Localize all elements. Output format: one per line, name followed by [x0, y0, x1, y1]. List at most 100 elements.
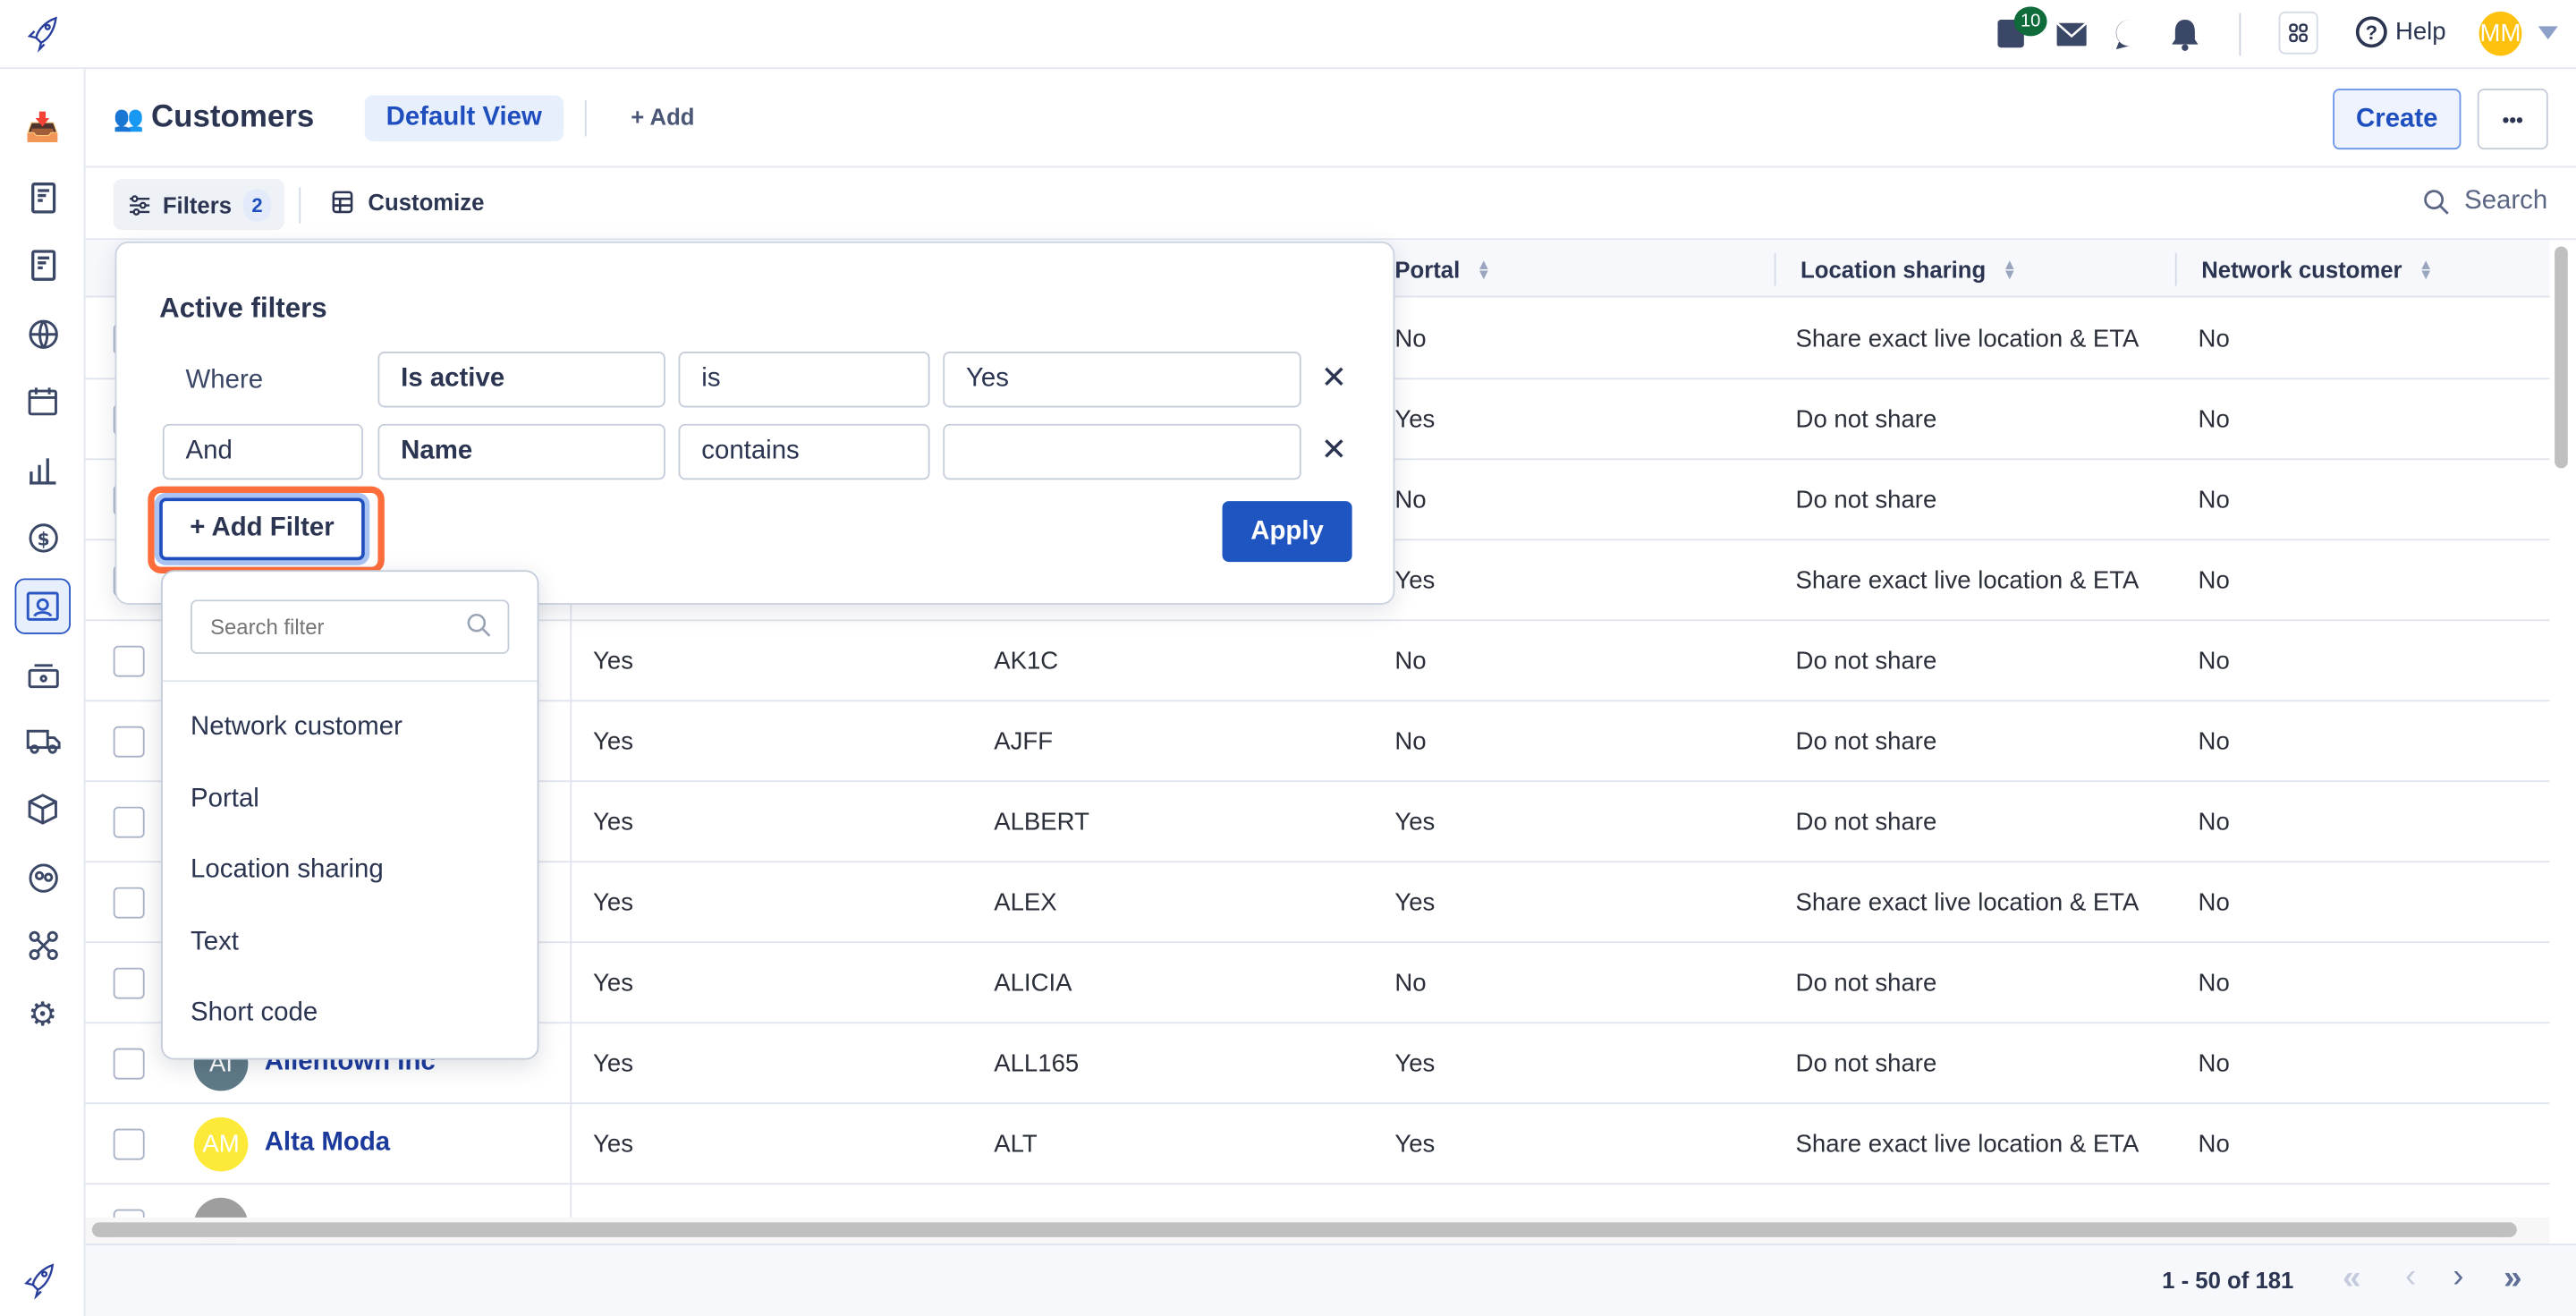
box-icon — [28, 793, 57, 824]
sidebar-item-inventory[interactable] — [21, 787, 64, 830]
remove-filter-icon[interactable]: ✕ — [1321, 360, 1347, 397]
column-header-portal[interactable]: Portal ▲ ▼ — [1375, 240, 1774, 297]
sidebar-item-invoices[interactable] — [21, 243, 64, 286]
sidebar-item-network[interactable] — [21, 312, 64, 355]
cell-short-code: ALICIA — [994, 968, 1072, 997]
bell-icon[interactable] — [2170, 16, 2199, 59]
search-filter-input[interactable] — [191, 599, 510, 654]
cell-location-sharing: Share exact live location & ETA — [1795, 887, 2140, 916]
row-checkbox[interactable] — [113, 1048, 145, 1080]
sidebar-item-settings[interactable]: ⚙ — [21, 992, 64, 1035]
vertical-scrollbar[interactable] — [2555, 246, 2568, 469]
first-page-icon[interactable]: « — [2343, 1261, 2360, 1298]
column-header-network-customer[interactable]: Network customer ▲ ▼ — [2182, 240, 2549, 297]
sidebar-item-delivery[interactable] — [21, 719, 64, 762]
rocket-logo-icon[interactable] — [23, 13, 63, 63]
cell-portal: Yes — [1394, 807, 1436, 836]
remove-filter-icon[interactable]: ✕ — [1321, 432, 1347, 470]
cell-active: Yes — [593, 968, 634, 997]
sidebar-item-integrations[interactable] — [21, 923, 64, 966]
cell-location-sharing: Share exact live location & ETA — [1795, 565, 2140, 594]
cell-portal: Yes — [1394, 404, 1436, 433]
filter-operator-select[interactable]: is — [678, 352, 930, 408]
search-button[interactable]: Search — [2423, 187, 2547, 217]
search-icon — [2424, 190, 2449, 215]
tab-default-view[interactable]: Default View — [364, 95, 564, 141]
divider — [2239, 13, 2241, 56]
customize-button[interactable]: Customize — [332, 189, 484, 216]
apps-grid-icon[interactable] — [2278, 11, 2318, 55]
filter-option[interactable]: Text — [191, 929, 239, 958]
cell-network-customer: No — [2198, 324, 2230, 352]
filter-option[interactable]: Short code — [191, 999, 318, 1029]
sidebar-item-reports[interactable] — [21, 448, 64, 491]
cell-location-sharing: Do not share — [1795, 1049, 1937, 1077]
row-checkbox[interactable] — [113, 967, 145, 999]
table-icon — [332, 191, 353, 214]
filters-count-badge: 2 — [242, 188, 272, 222]
pagination-bar: 1 - 50 of 181 « ‹ › » — [85, 1244, 2576, 1316]
column-header-location-sharing[interactable]: Location sharing ▲ ▼ — [1781, 240, 2175, 297]
filter-option[interactable]: Location sharing — [191, 856, 384, 886]
sort-icon[interactable]: ▲ ▼ — [2003, 256, 2017, 281]
customer-name-link[interactable]: Alta Moda — [265, 1104, 390, 1183]
next-page-icon[interactable]: › — [2453, 1259, 2463, 1296]
user-avatar[interactable]: MM — [2479, 11, 2522, 56]
cell-short-code: ALBERT — [994, 807, 1089, 836]
row-checkbox[interactable] — [113, 1128, 145, 1160]
filter-conjunction-select[interactable]: And — [162, 423, 363, 480]
cell-network-customer: No — [2198, 807, 2230, 836]
filter-option[interactable]: Network customer — [191, 713, 402, 743]
users-circle-icon — [28, 862, 57, 892]
cell-network-customer: No — [2198, 968, 2230, 997]
help-button[interactable]: ? Help — [2355, 16, 2446, 48]
filter-value-select[interactable]: Yes — [943, 352, 1301, 408]
create-button[interactable]: Create — [2333, 89, 2462, 150]
sidebar-item-inbox[interactable]: 📥 — [21, 106, 64, 149]
sidebar-item-orders[interactable] — [21, 176, 64, 219]
mail-icon[interactable] — [2055, 21, 2089, 55]
sidebar-item-customers[interactable] — [14, 578, 71, 634]
calendar-icon — [28, 387, 57, 416]
filter-field-select[interactable]: Name — [377, 423, 665, 480]
search-icon — [467, 613, 491, 637]
cell-network-customer: No — [2198, 565, 2230, 594]
filter-operator-select[interactable]: contains — [678, 423, 930, 480]
dollar-circle-icon: $ — [28, 522, 57, 552]
sort-icon[interactable]: ▲ ▼ — [2419, 256, 2433, 281]
row-checkbox[interactable] — [113, 887, 145, 919]
sidebar-item-dispatch[interactable] — [21, 652, 64, 695]
chat-icon[interactable] — [2113, 18, 2146, 57]
column-label: Network customer — [2201, 255, 2402, 282]
last-page-icon[interactable]: » — [2504, 1261, 2521, 1298]
rocket-logo-icon[interactable] — [20, 1261, 59, 1306]
document-icon — [30, 182, 55, 213]
prev-page-icon[interactable]: ‹ — [2405, 1259, 2416, 1296]
cell-portal: Yes — [1394, 887, 1436, 916]
sidebar-item-users[interactable] — [21, 856, 64, 899]
cell-network-customer: No — [2198, 485, 2230, 514]
divider — [1774, 252, 1776, 286]
row-checkbox[interactable] — [113, 726, 145, 758]
column-label: Portal — [1394, 255, 1461, 282]
help-label: Help — [2394, 18, 2446, 47]
filter-value-input[interactable] — [943, 423, 1301, 480]
filter-option[interactable]: Portal — [191, 785, 259, 815]
apply-button[interactable]: Apply — [1222, 501, 1352, 563]
more-options-button[interactable]: ••• — [2477, 89, 2548, 150]
filter-field-select[interactable]: Is active — [377, 352, 665, 408]
horizontal-scrollbar[interactable] — [91, 1222, 2517, 1237]
table-row[interactable]: AM Alta Moda Yes ALT Yes Share exact live loc… — [85, 1104, 2550, 1185]
add-filter-button[interactable]: + Add Filter — [159, 497, 365, 561]
sidebar-item-calendar[interactable] — [21, 379, 64, 422]
divider — [162, 680, 538, 683]
globe-icon — [28, 318, 57, 348]
row-checkbox[interactable] — [113, 645, 145, 677]
row-checkbox[interactable] — [113, 806, 145, 838]
sidebar-item-billing[interactable]: $ — [21, 516, 64, 559]
add-view-button[interactable]: + Add — [631, 104, 694, 130]
cell-location-sharing: Do not share — [1795, 646, 1937, 675]
filters-button[interactable]: Filters 2 — [113, 179, 284, 231]
sort-icon[interactable]: ▲ ▼ — [1477, 256, 1491, 281]
caret-down-icon[interactable] — [2538, 26, 2558, 40]
